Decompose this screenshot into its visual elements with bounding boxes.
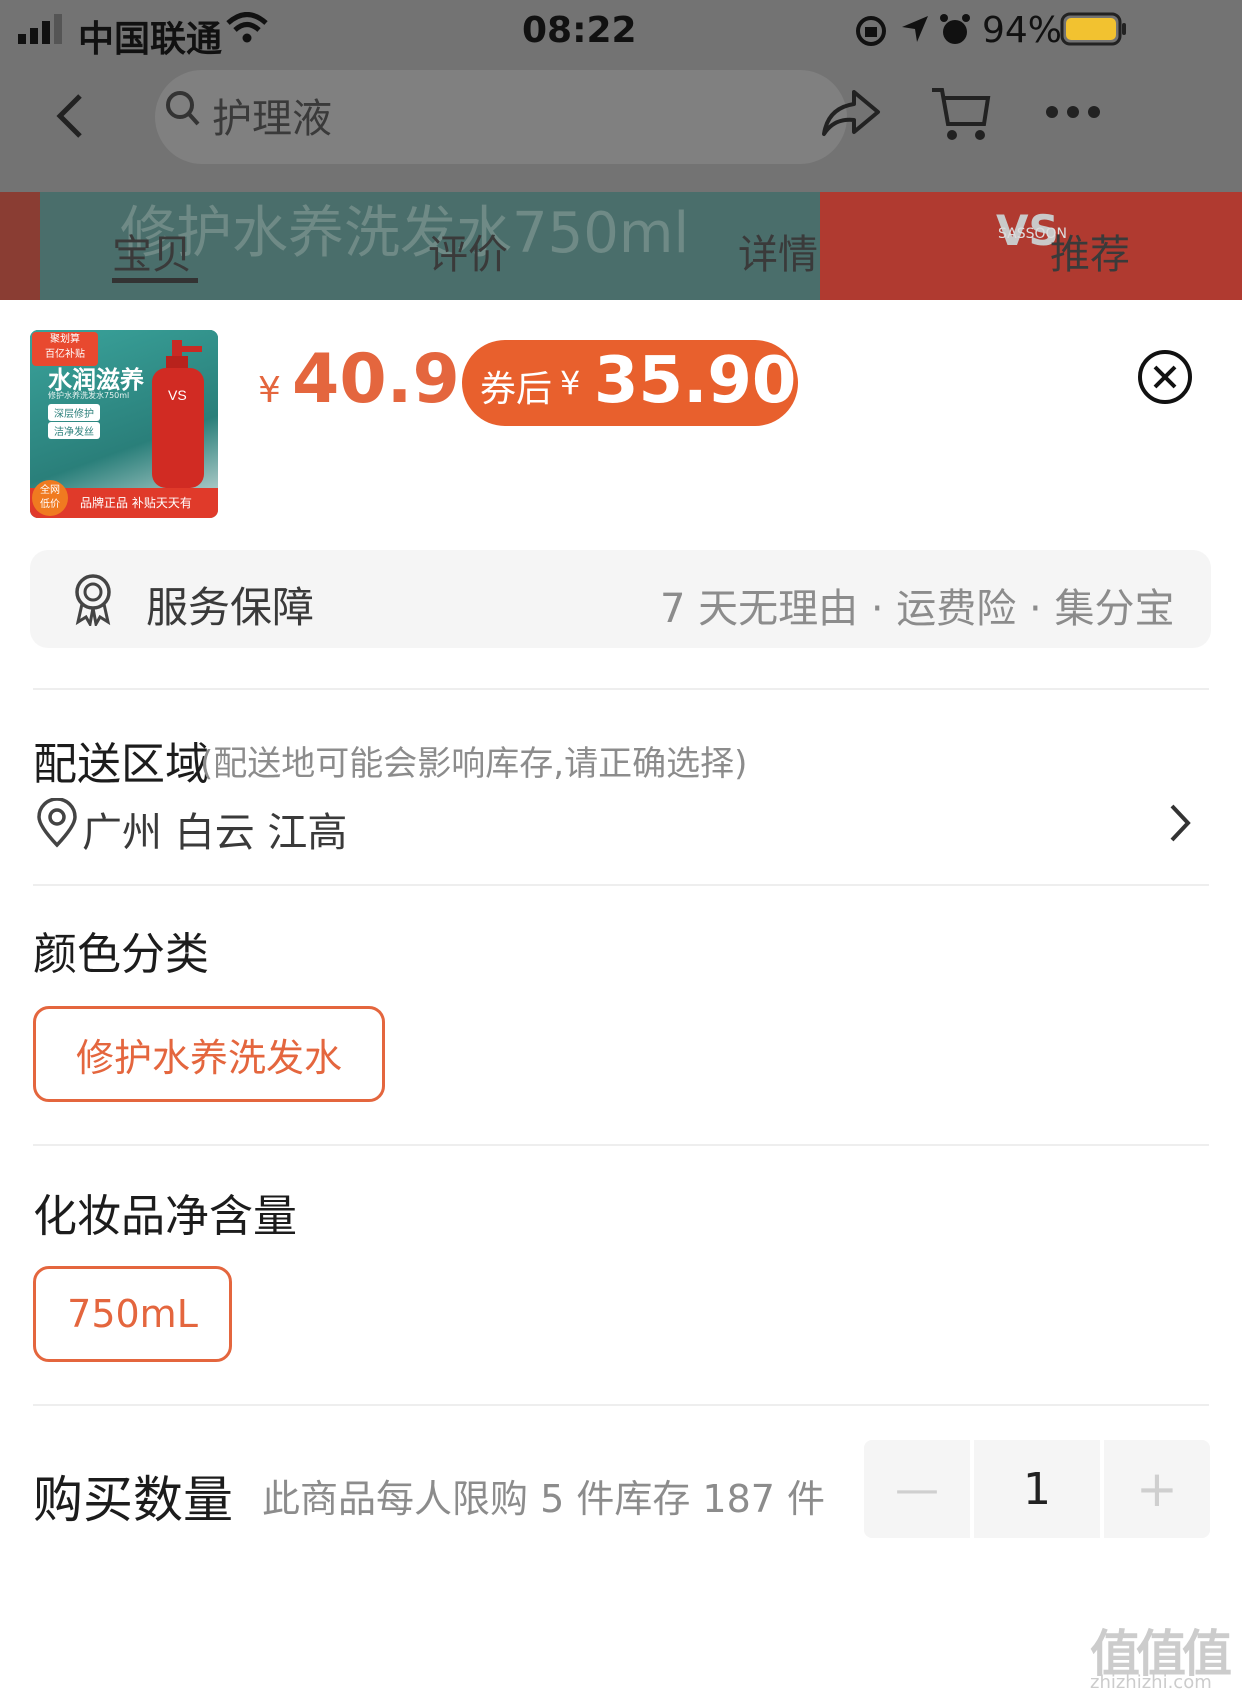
divider (33, 1404, 1209, 1406)
location-arrow-icon (902, 16, 928, 42)
tab-details[interactable]: 详情 (738, 222, 818, 280)
location-pin-icon (37, 798, 77, 848)
volume-option[interactable]: 750mL (33, 1266, 232, 1362)
cart-icon[interactable] (928, 82, 994, 144)
thumbnail-tag-2: 洁净发丝 (48, 422, 100, 439)
carrier-label: 中国联通 (78, 19, 223, 60)
thumbnail-footer-text: 品牌正品 补贴天天有 (80, 496, 192, 510)
banner-text: 修护水养洗发水750ml (120, 201, 689, 266)
tab-baobei[interactable]: 宝贝 (112, 222, 192, 280)
product-thumbnail: 聚划算 百亿补贴 水润滋养 修护水养洗发水750ml 深层修护 洁净发丝 VS 全… (30, 330, 218, 518)
quantity-hint: 此商品每人限购 5 件库存 187 件 (262, 1477, 826, 1521)
delivery-location[interactable]: 广州 白云 江高 (82, 800, 347, 858)
service-label: 服务保障 (146, 583, 315, 632)
share-icon[interactable] (820, 86, 882, 142)
wifi-icon (226, 12, 268, 43)
thumbnail-tag-1: 深层修护 (48, 404, 100, 421)
service-items: 7 天无理由 · 运费险 · 集分宝 (660, 586, 1175, 632)
award-icon (75, 574, 111, 626)
tab-recommend[interactable]: 推荐 (1050, 222, 1130, 280)
watermark-url: zhizhizhi.com (1090, 1672, 1212, 1693)
signal-icon (18, 14, 62, 44)
divider (33, 688, 1209, 690)
more-icon[interactable] (1044, 102, 1102, 122)
tab-reviews[interactable]: 评价 (428, 222, 508, 280)
status-bar: 中国联通 08:22 94% (0, 0, 1242, 62)
search-icon (166, 91, 200, 126)
coupon-price-badge: 券后 ¥ 35.90 (462, 340, 798, 426)
increment-button[interactable]: + (1104, 1440, 1210, 1538)
price-currency: ¥ (258, 370, 281, 411)
thumbnail-lowprice-badge: 全网 低价 (32, 480, 68, 516)
back-icon[interactable] (52, 92, 88, 140)
tab-indicator (112, 278, 198, 283)
decrement-button[interactable]: — (864, 1440, 970, 1538)
svg-text:VS: VS (168, 387, 187, 403)
quantity-stepper: — 1 + (864, 1440, 1210, 1538)
divider (33, 1144, 1209, 1146)
color-option[interactable]: 修护水养洗发水 (33, 1006, 385, 1102)
close-icon[interactable] (1136, 348, 1194, 406)
quantity-title: 购买数量 (33, 1471, 233, 1529)
volume-title: 化妆品净含量 (33, 1191, 297, 1242)
coupon-price: 35.90 (594, 344, 797, 418)
delivery-hint: (配送地可能会影响库存,请正确选择) (200, 744, 748, 784)
battery-percentage: 94% (982, 10, 1063, 51)
search-placeholder[interactable]: 护理液 (212, 86, 332, 144)
chevron-right-icon[interactable] (1166, 802, 1194, 844)
color-title: 颜色分类 (33, 929, 209, 980)
clock: 08:22 (522, 10, 637, 51)
price: 40.9 (292, 340, 460, 419)
thumbnail-subline: 修护水养洗发水750ml (48, 391, 130, 400)
coupon-currency: ¥ (560, 364, 581, 402)
rotation-lock-icon (856, 16, 886, 46)
quantity-value[interactable]: 1 (974, 1440, 1100, 1538)
alarm-icon (940, 14, 970, 44)
battery-icon (1060, 12, 1126, 46)
delivery-title: 配送区域 (33, 739, 209, 790)
coupon-label: 券后 (480, 369, 553, 410)
divider (33, 884, 1209, 886)
bottle-image: VS (152, 340, 204, 488)
